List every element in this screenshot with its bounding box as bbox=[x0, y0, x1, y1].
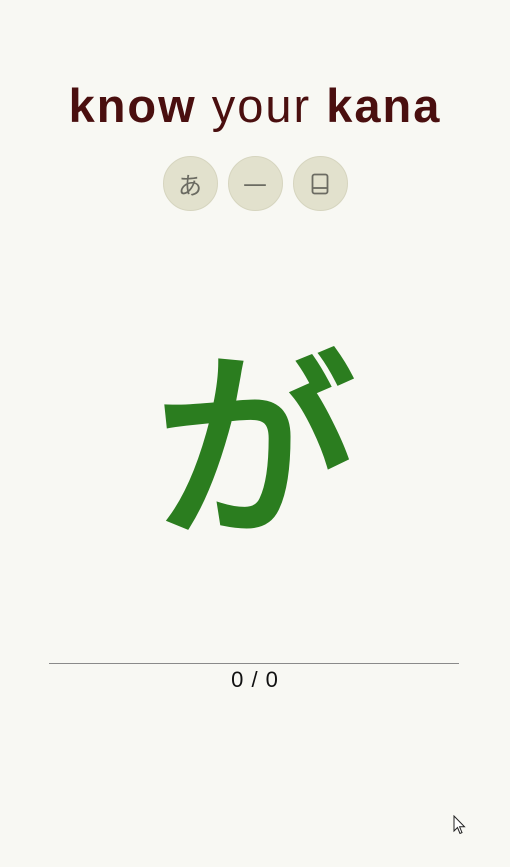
book-icon bbox=[311, 173, 329, 195]
hiragana-a-icon: あ bbox=[178, 172, 202, 200]
long-vowel-button[interactable]: — bbox=[227, 156, 283, 211]
mouse-cursor-icon bbox=[453, 815, 466, 835]
app-root: know your kana あ — が 0 / 0 bbox=[0, 0, 510, 867]
page-title: know your kana bbox=[0, 78, 510, 134]
dictionary-button[interactable] bbox=[292, 156, 348, 211]
title-know: know bbox=[68, 79, 197, 132]
title-kana: kana bbox=[326, 79, 442, 132]
current-kana: が bbox=[154, 332, 355, 567]
answer-input-line[interactable] bbox=[49, 663, 459, 664]
dash-icon: — bbox=[243, 169, 267, 198]
title-your: your bbox=[211, 79, 312, 132]
control-buttons: あ — bbox=[0, 156, 510, 211]
kana-display: が bbox=[0, 330, 510, 570]
score-counter: 0 / 0 bbox=[231, 667, 279, 692]
kana-mode-button[interactable]: あ bbox=[162, 156, 218, 211]
